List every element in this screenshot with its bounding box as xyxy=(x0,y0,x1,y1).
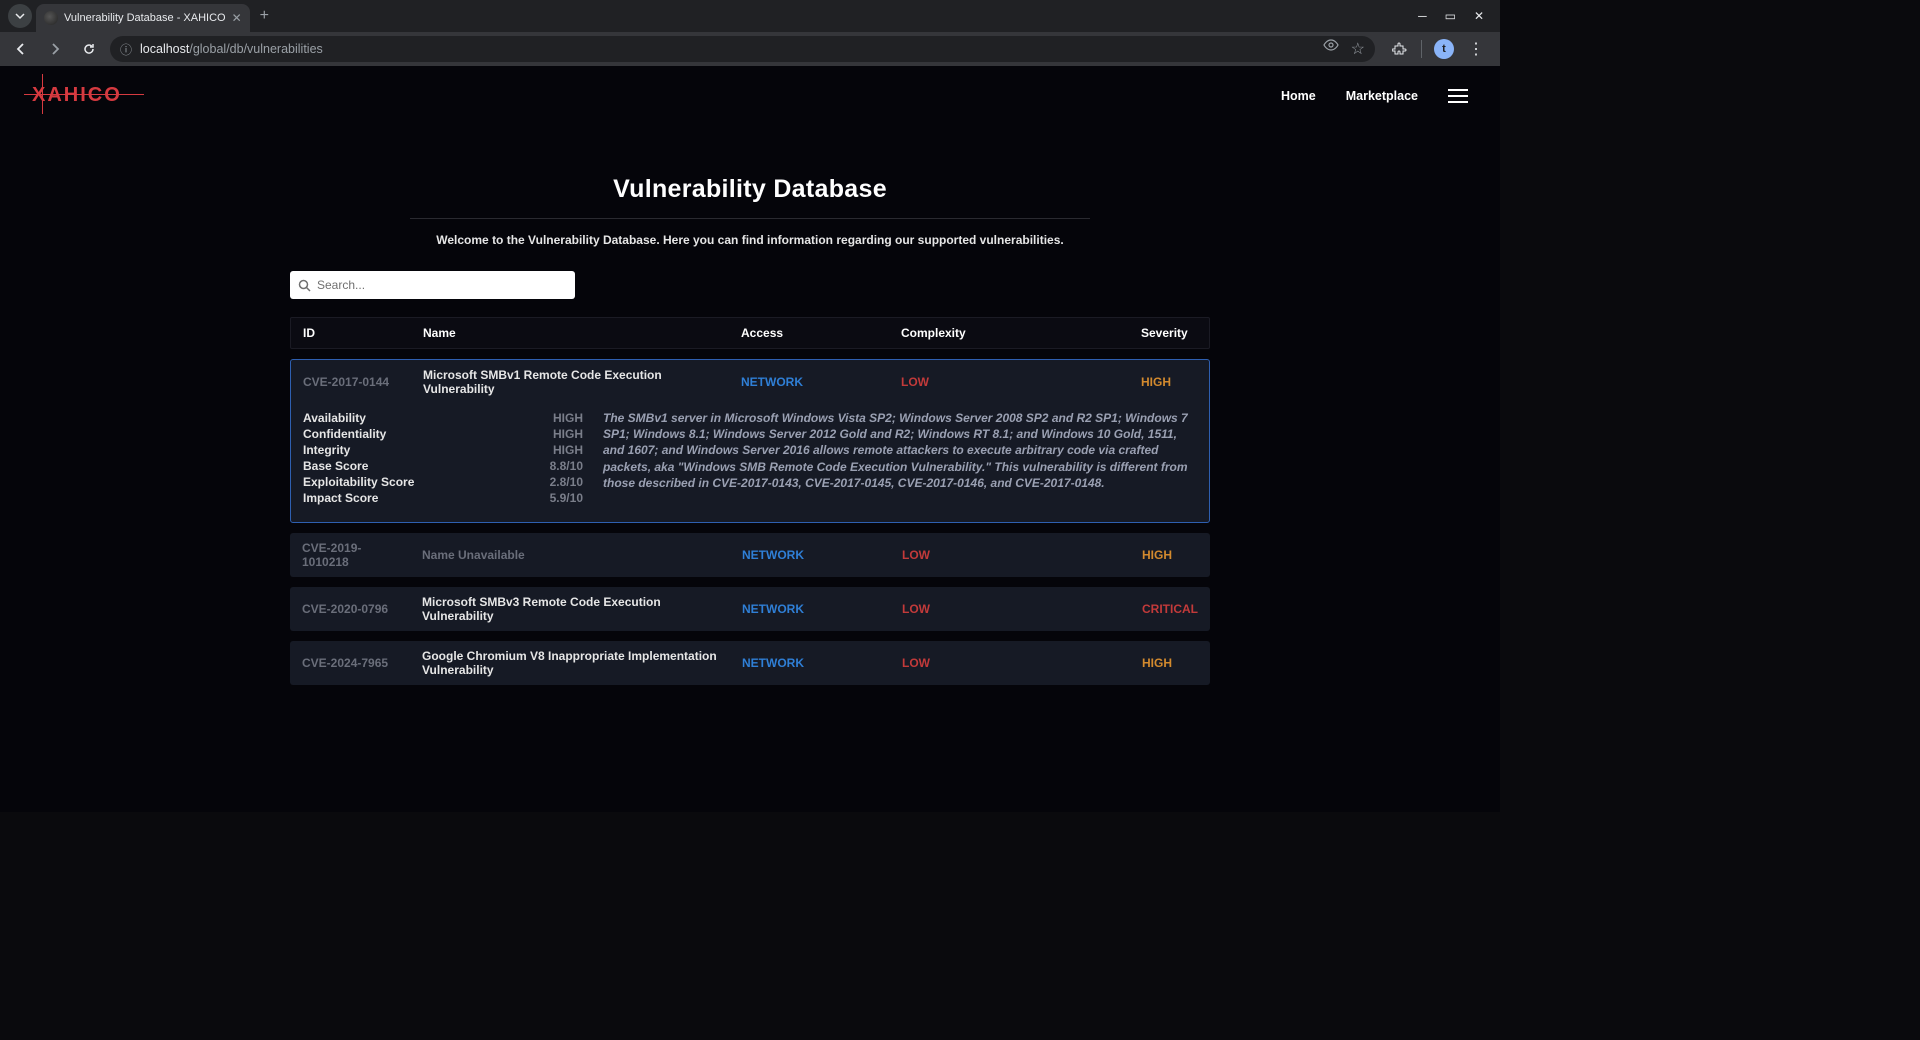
metric-value: 5.9/10 xyxy=(550,491,583,505)
col-header-complexity: Complexity xyxy=(889,318,1129,348)
metric-value: HIGH xyxy=(553,411,583,425)
main-content: Vulnerability Database Welcome to the Vu… xyxy=(270,175,1230,685)
description-text: The SMBv1 server in Microsoft Windows Vi… xyxy=(603,410,1197,506)
profile-avatar[interactable]: t xyxy=(1434,39,1454,59)
table-header: ID Name Access Complexity Severity xyxy=(290,317,1210,349)
table-row: CVE-2017-0144 Microsoft SMBv1 Remote Cod… xyxy=(290,359,1210,523)
close-window-button[interactable]: ✕ xyxy=(1474,9,1484,23)
chevron-down-icon xyxy=(15,11,25,21)
col-header-id: ID xyxy=(291,318,411,348)
browser-tab[interactable]: Vulnerability Database - XAHICO ✕ xyxy=(36,4,250,32)
metrics-panel: Availability HIGH Confidentiality HIGH Int… xyxy=(303,410,583,506)
welcome-text: Welcome to the Vulnerability Database. H… xyxy=(290,233,1210,247)
search-icon xyxy=(298,279,311,292)
maximize-button[interactable]: ▭ xyxy=(1445,9,1456,23)
browser-menu-button[interactable]: ⋮ xyxy=(1466,39,1486,59)
site-info-icon[interactable]: ⓘ xyxy=(120,41,132,58)
search-input[interactable] xyxy=(317,278,567,292)
cell-name: Microsoft SMBv1 Remote Code Execution Vu… xyxy=(411,360,729,404)
cell-complexity: LOW xyxy=(890,540,1130,570)
metric-value: 2.8/10 xyxy=(550,475,583,489)
cell-access: NETWORK xyxy=(730,540,890,570)
metric-label: Availability xyxy=(303,411,366,425)
cell-id: CVE-2019-1010218 xyxy=(290,533,410,577)
cell-complexity: LOW xyxy=(890,594,1130,624)
new-tab-button[interactable]: + xyxy=(250,7,279,25)
row-summary[interactable]: CVE-2017-0144 Microsoft SMBv1 Remote Cod… xyxy=(291,360,1209,404)
browser-toolbar: ⓘ localhost/global/db/vulnerabilities ☆ … xyxy=(0,32,1500,66)
row-summary[interactable]: CVE-2024-7965 Google Chromium V8 Inappro… xyxy=(290,641,1210,685)
cell-severity: HIGH xyxy=(1129,367,1209,397)
tab-title: Vulnerability Database - XAHICO xyxy=(64,12,226,24)
search-box[interactable] xyxy=(290,271,575,299)
metric-label: Confidentiality xyxy=(303,427,386,441)
table-row: CVE-2024-7965 Google Chromium V8 Inappro… xyxy=(290,641,1210,685)
row-summary[interactable]: CVE-2020-0796 Microsoft SMBv3 Remote Cod… xyxy=(290,587,1210,631)
favicon-icon xyxy=(44,11,58,25)
metric-value: HIGH xyxy=(553,443,583,457)
cell-access: NETWORK xyxy=(730,648,890,678)
tab-search-button[interactable] xyxy=(8,4,32,28)
forward-button[interactable] xyxy=(42,36,68,62)
back-button[interactable] xyxy=(8,36,34,62)
metric-label: Exploitability Score xyxy=(303,475,414,489)
table-row: CVE-2020-0796 Microsoft SMBv3 Remote Cod… xyxy=(290,587,1210,631)
metric-value: 8.8/10 xyxy=(550,459,583,473)
row-summary[interactable]: CVE-2019-1010218 Name Unavailable NETWOR… xyxy=(290,533,1210,577)
reload-icon xyxy=(82,42,96,56)
reload-button[interactable] xyxy=(76,36,102,62)
logo[interactable]: XAHICO xyxy=(32,84,122,107)
cell-severity: CRITICAL xyxy=(1130,594,1210,624)
page-content: XAHICO Home Marketplace Vulnerability Da… xyxy=(0,66,1500,812)
extensions-button[interactable] xyxy=(1389,39,1409,59)
metric-label: Integrity xyxy=(303,443,350,457)
bookmark-star-icon[interactable]: ☆ xyxy=(1351,39,1365,59)
cell-severity: HIGH xyxy=(1130,540,1210,570)
cell-complexity: LOW xyxy=(890,648,1130,678)
window-controls: ─ ▭ ✕ xyxy=(1418,9,1492,23)
minimize-button[interactable]: ─ xyxy=(1418,9,1427,23)
cell-access: NETWORK xyxy=(730,594,890,624)
vulnerability-table: ID Name Access Complexity Severity CVE-2… xyxy=(290,317,1210,685)
cell-name: Google Chromium V8 Inappropriate Impleme… xyxy=(410,641,730,685)
metric-value: HIGH xyxy=(553,427,583,441)
title-divider xyxy=(410,218,1090,219)
metric-label: Impact Score xyxy=(303,491,378,505)
nav-marketplace[interactable]: Marketplace xyxy=(1346,89,1418,103)
row-details: Availability HIGH Confidentiality HIGH Int… xyxy=(291,404,1209,522)
cell-id: CVE-2020-0796 xyxy=(290,594,410,624)
eye-icon[interactable] xyxy=(1323,39,1339,59)
cell-name: Microsoft SMBv3 Remote Code Execution Vu… xyxy=(410,587,730,631)
cell-id: CVE-2017-0144 xyxy=(291,367,411,397)
col-header-severity: Severity xyxy=(1129,318,1209,348)
cell-complexity: LOW xyxy=(889,367,1129,397)
browser-tab-strip: Vulnerability Database - XAHICO ✕ + ─ ▭ … xyxy=(0,0,1500,32)
cell-access: NETWORK xyxy=(729,367,889,397)
tab-close-button[interactable]: ✕ xyxy=(232,11,242,25)
nav-home[interactable]: Home xyxy=(1281,89,1316,103)
hamburger-menu-button[interactable] xyxy=(1448,89,1468,103)
site-header: XAHICO Home Marketplace xyxy=(0,66,1500,125)
arrow-right-icon xyxy=(48,42,62,56)
page-title: Vulnerability Database xyxy=(290,175,1210,204)
metric-label: Base Score xyxy=(303,459,368,473)
cell-severity: HIGH xyxy=(1130,648,1210,678)
arrow-left-icon xyxy=(14,42,28,56)
cell-name: Name Unavailable xyxy=(410,540,730,570)
toolbar-divider xyxy=(1421,40,1422,58)
table-row: CVE-2019-1010218 Name Unavailable NETWOR… xyxy=(290,533,1210,577)
col-header-access: Access xyxy=(729,318,889,348)
puzzle-icon xyxy=(1392,42,1407,57)
address-bar[interactable]: ⓘ localhost/global/db/vulnerabilities ☆ xyxy=(110,36,1375,62)
url-text: localhost/global/db/vulnerabilities xyxy=(140,42,323,56)
cell-id: CVE-2024-7965 xyxy=(290,648,410,678)
col-header-name: Name xyxy=(411,318,729,348)
primary-nav: Home Marketplace xyxy=(1281,89,1468,103)
